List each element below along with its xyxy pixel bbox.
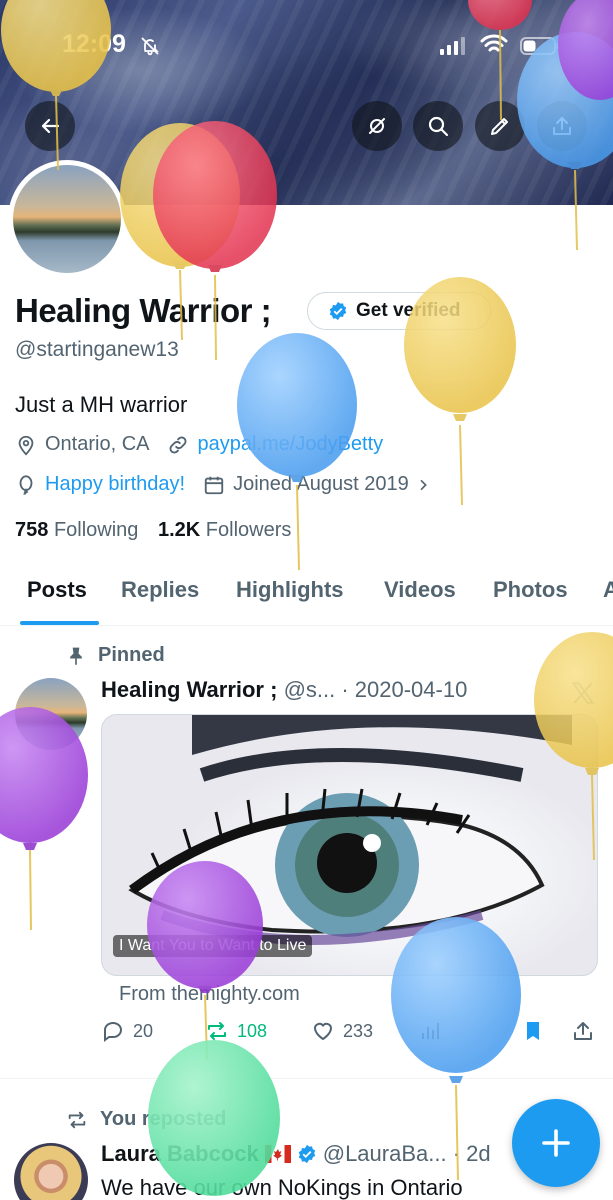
battery-icon bbox=[520, 37, 559, 55]
active-tab-indicator bbox=[20, 621, 99, 625]
post-meta: @s... · 2020-04-10 bbox=[283, 677, 468, 702]
analytics-icon bbox=[422, 1023, 439, 1039]
repost-icon bbox=[208, 1022, 226, 1040]
link-card-title: I Want You to Want to Live bbox=[113, 935, 313, 957]
profile-tabs: Posts Replies Highlights Videos Photos A bbox=[0, 560, 613, 626]
cellular-signal-icon bbox=[440, 37, 465, 55]
pinned-label: Pinned bbox=[98, 644, 165, 666]
chevron-right-icon[interactable] bbox=[415, 477, 431, 493]
like-button[interactable]: 233 bbox=[311, 1019, 373, 1043]
bookmark-icon bbox=[527, 1022, 539, 1040]
reply-icon bbox=[104, 1022, 122, 1042]
share-icon bbox=[553, 117, 571, 135]
balloon-icon bbox=[19, 474, 33, 495]
back-arrow-icon bbox=[41, 118, 60, 134]
profile-meta-row: Ontario, CA paypal.me/JodyBetty bbox=[15, 433, 383, 456]
wifi-icon bbox=[480, 34, 508, 52]
post2-meta: @LauraBa... · 2d bbox=[322, 1141, 491, 1166]
edit-button[interactable] bbox=[475, 101, 525, 151]
post2-author-avatar[interactable] bbox=[14, 1143, 88, 1200]
bell-off-icon bbox=[141, 37, 159, 56]
follow-stats: 758 Following 1.2K Followers bbox=[15, 519, 291, 542]
reposted-indicator: You reposted bbox=[66, 1108, 226, 1131]
repost-count: 108 bbox=[237, 1020, 268, 1041]
repost-icon bbox=[68, 1111, 86, 1128]
post-author-name[interactable]: Healing Warrior ; bbox=[101, 677, 277, 702]
post2-author-name[interactable]: Laura Babcock bbox=[101, 1141, 259, 1167]
verified-badge-icon bbox=[329, 301, 347, 321]
reply-count: 20 bbox=[133, 1020, 154, 1041]
pencil-icon bbox=[491, 118, 508, 135]
analytics-button[interactable] bbox=[418, 1019, 442, 1043]
pin-icon bbox=[70, 647, 82, 665]
repost-button[interactable]: 108 bbox=[205, 1019, 267, 1043]
status-time: 12:09 bbox=[62, 30, 126, 58]
x-logo-icon[interactable] bbox=[570, 680, 596, 706]
calendar-icon bbox=[204, 476, 224, 494]
location-pin-icon bbox=[18, 435, 34, 455]
reply-button[interactable]: 20 bbox=[101, 1019, 153, 1043]
post-divider bbox=[0, 1078, 613, 1079]
share-post-button[interactable] bbox=[571, 1019, 595, 1043]
tab-photos[interactable]: Photos bbox=[493, 577, 568, 603]
link-icon bbox=[170, 436, 187, 453]
tab-articles[interactable]: A bbox=[603, 577, 613, 603]
followers-link[interactable]: 1.2K Followers bbox=[158, 519, 291, 541]
heart-icon bbox=[313, 1022, 333, 1041]
reposted-label: You reposted bbox=[100, 1108, 227, 1130]
post-header: Healing Warrior ; @s... · 2020-04-10 bbox=[101, 677, 467, 703]
pinned-indicator: Pinned bbox=[66, 644, 165, 667]
plus-icon bbox=[542, 1129, 570, 1157]
like-count: 233 bbox=[343, 1020, 374, 1041]
back-button[interactable] bbox=[25, 101, 75, 151]
bookmark-button[interactable] bbox=[521, 1019, 545, 1043]
get-verified-button[interactable]: Get verified bbox=[307, 292, 491, 330]
profile-avatar[interactable] bbox=[8, 160, 126, 278]
profile-bio: Just a MH warrior bbox=[15, 392, 188, 417]
refresh-button[interactable] bbox=[352, 101, 402, 151]
tab-videos[interactable]: Videos bbox=[384, 577, 456, 603]
verified-badge-icon bbox=[298, 1144, 315, 1164]
post2-text: We have our own NoKings in Ontario bbox=[101, 1175, 463, 1200]
birthday-link[interactable]: Happy birthday! bbox=[45, 473, 185, 496]
following-link[interactable]: 758 Following bbox=[15, 519, 138, 541]
profile-link[interactable]: paypal.me/JodyBetty bbox=[197, 433, 383, 456]
tab-replies[interactable]: Replies bbox=[121, 577, 199, 603]
get-verified-label: Get verified bbox=[356, 300, 461, 321]
profile-meta-row-2: Happy birthday! Joined August 2019 bbox=[15, 473, 431, 496]
compose-button[interactable] bbox=[512, 1099, 600, 1187]
profile-joined: Joined August 2019 bbox=[233, 473, 409, 495]
post2-header: Laura Babcock @LauraBa... · 2d bbox=[101, 1141, 491, 1167]
refresh-icon bbox=[369, 118, 385, 134]
tab-highlights[interactable]: Highlights bbox=[236, 577, 344, 603]
profile-name: Healing Warrior ; bbox=[15, 292, 272, 329]
status-bar: 12:09 bbox=[0, 0, 613, 90]
canada-flag-icon bbox=[264, 1145, 291, 1163]
search-icon bbox=[428, 116, 449, 137]
search-button[interactable] bbox=[413, 101, 463, 151]
tab-posts[interactable]: Posts bbox=[27, 577, 87, 603]
link-card-source: From themighty.com bbox=[119, 983, 300, 1005]
profile-handle: @startinganew13 bbox=[15, 338, 179, 361]
share-profile-button[interactable] bbox=[537, 101, 587, 151]
profile-location: Ontario, CA bbox=[45, 433, 150, 455]
share-icon bbox=[574, 1022, 592, 1040]
post-author-avatar[interactable] bbox=[15, 678, 87, 750]
